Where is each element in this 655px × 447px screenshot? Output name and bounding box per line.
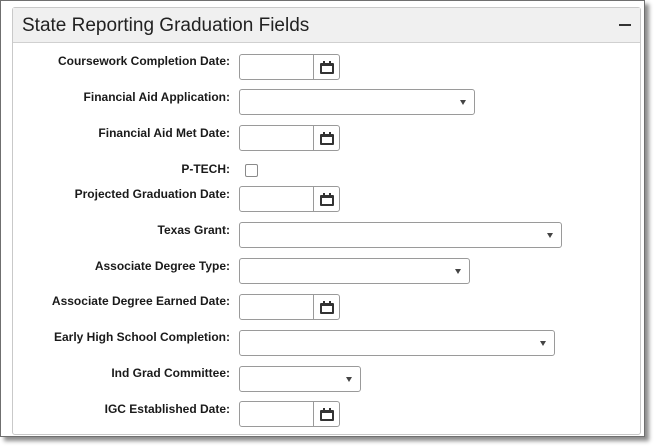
calendar-icon [319, 407, 334, 421]
chevron-down-icon [455, 269, 461, 274]
igc-established-date-picker-button[interactable] [313, 402, 339, 426]
financial-aid-met-date-picker-button[interactable] [313, 126, 339, 150]
igc-established-date-label: IGC Established Date: [104, 402, 230, 416]
coursework-completion-date-picker-button[interactable] [313, 55, 339, 79]
igc-established-date-input[interactable] [239, 401, 340, 427]
p-tech-label: P-TECH: [181, 162, 230, 176]
ind-grad-committee-label: Ind Grad Committee: [111, 366, 230, 380]
associate-degree-type-select[interactable] [239, 258, 470, 284]
chevron-down-icon [540, 341, 546, 346]
associate-degree-earned-date-label: Associate Degree Earned Date: [51, 294, 230, 308]
chevron-down-icon [460, 100, 466, 105]
panel-title: State Reporting Graduation Fields [22, 15, 310, 36]
financial-aid-application-select[interactable] [239, 89, 475, 115]
projected-graduation-date-label: Projected Graduation Date: [74, 187, 230, 201]
financial-aid-application-label: Financial Aid Application: [83, 90, 230, 104]
calendar-icon [319, 131, 334, 145]
financial-aid-met-date-label: Financial Aid Met Date: [98, 126, 230, 140]
associate-degree-type-label: Associate Degree Type: [94, 259, 230, 273]
chevron-down-icon [547, 233, 553, 238]
coursework-completion-date-label: Coursework Completion Date: [57, 54, 230, 68]
ind-grad-committee-select[interactable] [239, 366, 361, 392]
chevron-down-icon [346, 377, 352, 382]
associate-degree-earned-date-input[interactable] [239, 294, 340, 320]
texas-grant-select[interactable] [239, 222, 562, 248]
projected-graduation-date-input[interactable] [239, 186, 340, 212]
calendar-icon [319, 300, 334, 314]
coursework-completion-date-input[interactable] [239, 54, 340, 80]
calendar-icon [319, 60, 334, 74]
early-high-school-completion-label: Early High School Completion: [53, 330, 230, 344]
projected-graduation-date-picker-button[interactable] [313, 187, 339, 211]
calendar-icon [319, 192, 334, 206]
collapse-minus-icon[interactable] [619, 24, 631, 26]
early-high-school-completion-select[interactable] [239, 330, 555, 356]
financial-aid-met-date-input[interactable] [239, 125, 340, 151]
panel-header: State Reporting Graduation Fields [13, 8, 640, 43]
associate-degree-earned-date-picker-button[interactable] [313, 295, 339, 319]
texas-grant-label: Texas Grant: [157, 223, 230, 237]
p-tech-checkbox[interactable] [245, 164, 258, 177]
